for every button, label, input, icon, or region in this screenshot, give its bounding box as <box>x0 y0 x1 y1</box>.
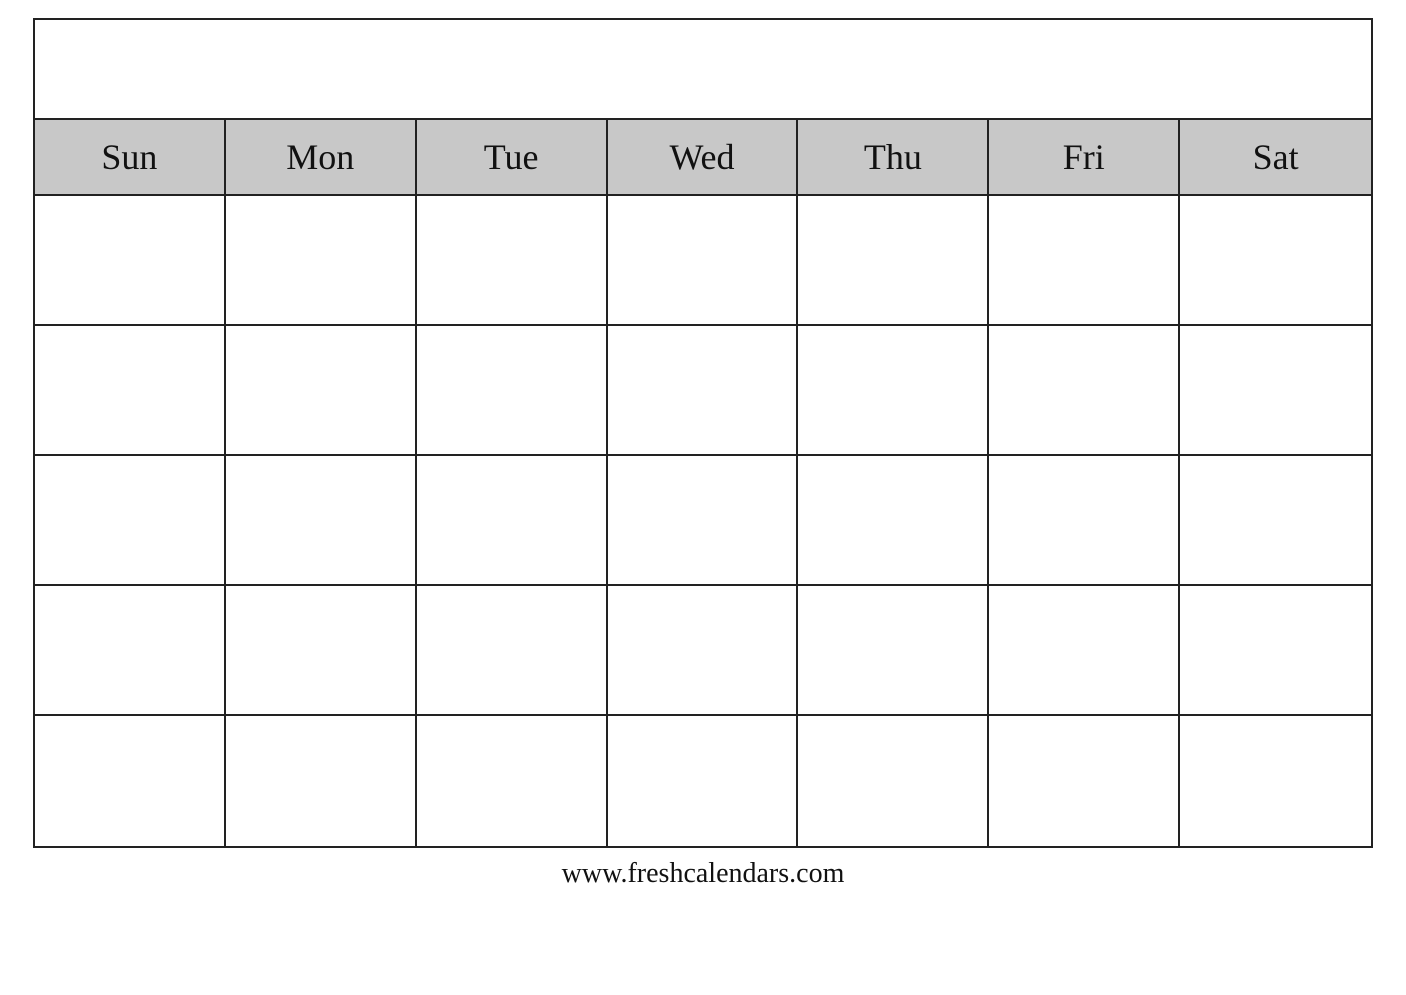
header-mon: Mon <box>226 120 417 194</box>
table-row <box>798 326 989 456</box>
table-row <box>989 716 1180 846</box>
days-header-row: Sun Mon Tue Wed Thu Fri Sat <box>35 120 1371 196</box>
table-row <box>798 716 989 846</box>
table-row <box>1180 586 1371 716</box>
table-row <box>35 196 226 326</box>
table-row <box>798 196 989 326</box>
header-tue: Tue <box>417 120 608 194</box>
table-row <box>417 716 608 846</box>
table-row <box>608 456 799 586</box>
header-thu: Thu <box>798 120 989 194</box>
table-row <box>226 586 417 716</box>
table-row <box>417 196 608 326</box>
table-row <box>1180 326 1371 456</box>
table-row <box>798 456 989 586</box>
table-row <box>989 456 1180 586</box>
table-row <box>608 586 799 716</box>
footer-url: www.freshcalendars.com <box>562 858 845 898</box>
table-row <box>226 196 417 326</box>
calendar-container: Sun Mon Tue Wed Thu Fri Sat <box>33 18 1373 848</box>
calendar-grid <box>35 196 1371 846</box>
table-row <box>798 586 989 716</box>
table-row <box>989 586 1180 716</box>
table-row <box>989 196 1180 326</box>
table-row <box>608 326 799 456</box>
table-row <box>417 326 608 456</box>
header-wed: Wed <box>608 120 799 194</box>
table-row <box>1180 196 1371 326</box>
table-row <box>417 456 608 586</box>
table-row <box>226 716 417 846</box>
table-row <box>989 326 1180 456</box>
table-row <box>226 456 417 586</box>
table-row <box>35 456 226 586</box>
table-row <box>226 326 417 456</box>
header-sun: Sun <box>35 120 226 194</box>
calendar-title-area <box>35 20 1371 120</box>
header-fri: Fri <box>989 120 1180 194</box>
header-sat: Sat <box>1180 120 1371 194</box>
table-row <box>608 196 799 326</box>
table-row <box>417 586 608 716</box>
table-row <box>1180 716 1371 846</box>
table-row <box>35 586 226 716</box>
table-row <box>35 326 226 456</box>
table-row <box>1180 456 1371 586</box>
table-row <box>608 716 799 846</box>
table-row <box>35 716 226 846</box>
